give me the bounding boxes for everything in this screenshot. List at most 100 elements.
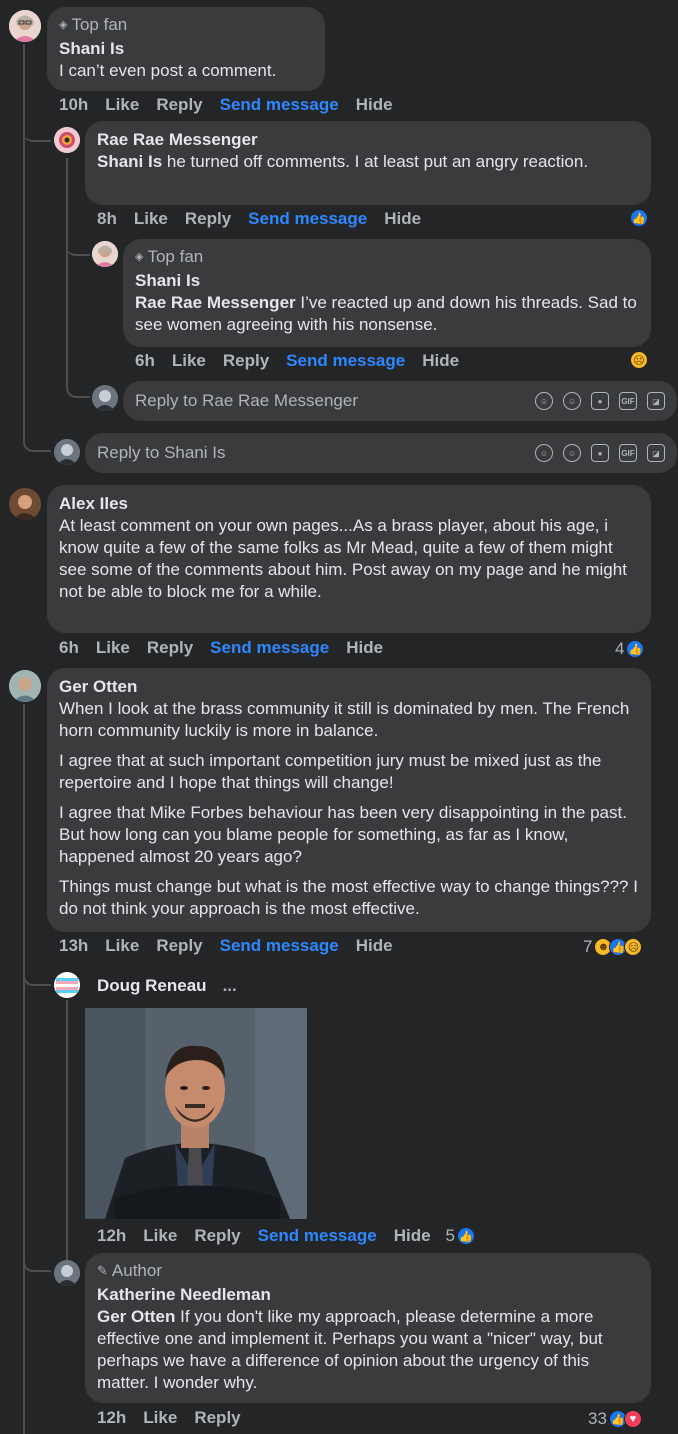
comment-gif-image[interactable] [85, 1008, 307, 1219]
avatar-ger[interactable] [9, 670, 41, 702]
avatar-shani[interactable] [9, 10, 41, 42]
gif-icon[interactable]: GIF [619, 392, 637, 410]
hide-button[interactable]: Hide [356, 95, 393, 115]
sticker-icon[interactable]: ◪ [647, 444, 665, 462]
reply-button[interactable]: Reply [194, 1226, 240, 1246]
more-options-icon[interactable]: ... [223, 975, 237, 997]
comment-author[interactable]: Alex Iles [59, 493, 639, 515]
like-button[interactable]: Like [172, 351, 206, 371]
comment-author[interactable]: Ger Otten [59, 676, 639, 698]
avatar-alex[interactable] [9, 488, 41, 520]
send-message-button[interactable]: Send message [258, 1226, 377, 1246]
reply-input-shani[interactable]: Reply to Shani Is ☺ ☺ ● GIF ◪ [85, 433, 677, 473]
timestamp[interactable]: 12h [97, 1226, 126, 1246]
hide-button[interactable]: Hide [384, 209, 421, 229]
timestamp[interactable]: 12h [97, 1408, 126, 1428]
reaction-count: 33 [588, 1409, 607, 1428]
timestamp[interactable]: 13h [59, 936, 88, 956]
composer-icons: ☺ ☺ ● GIF ◪ [535, 392, 665, 410]
comment-paragraph: I agree that at such important competiti… [59, 751, 602, 792]
avatar-sticker-icon[interactable]: ☺ [535, 444, 553, 462]
reply-button[interactable]: Reply [194, 1408, 240, 1428]
comment-actions-doug: 12h Like Reply Send message Hide 5 👍 [97, 1226, 475, 1246]
comment-author[interactable]: Shani Is [135, 270, 639, 292]
comment-bubble-shani-reply: ◈ Top fan Shani Is Rae Rae Messenger I’v… [123, 239, 651, 347]
comment-paragraph: When I look at the brass community it st… [59, 699, 630, 740]
timestamp[interactable]: 10h [59, 95, 88, 115]
send-message-button[interactable]: Send message [220, 95, 339, 115]
comment-bubble-alex: Alex Iles At least comment on your own p… [47, 485, 651, 633]
thread-curve-katherine [23, 1252, 51, 1272]
reaction-summary-katherine[interactable]: 33 👍 ♥ [588, 1409, 642, 1429]
timestamp[interactable]: 6h [59, 638, 79, 658]
reply-button[interactable]: Reply [156, 936, 202, 956]
composer-icons: ☺ ☺ ● GIF ◪ [535, 444, 665, 462]
hide-button[interactable]: Hide [394, 1226, 431, 1246]
like-reaction-icon: 👍 [626, 640, 645, 658]
send-message-button[interactable]: Send message [286, 351, 405, 371]
comment-text: I can’t even post a comment. [59, 61, 277, 80]
emoji-icon[interactable]: ☺ [563, 392, 581, 410]
thread-line-rae [66, 158, 68, 384]
reaction-summary-ger[interactable]: 7 ☻ 👍 ☹ [583, 937, 643, 957]
mention-link[interactable]: Ger Otten [97, 1307, 175, 1326]
send-message-button[interactable]: Send message [248, 209, 367, 229]
reaction-summary-alex[interactable]: 4 👍 [615, 639, 645, 659]
comment-text: Rae Rae Messenger I’ve reacted up and do… [135, 293, 637, 334]
diamond-icon: ◈ [59, 19, 68, 31]
like-button[interactable]: Like [105, 95, 139, 115]
hide-button[interactable]: Hide [346, 638, 383, 658]
avatar-shani-reply[interactable] [92, 241, 118, 267]
sad-reaction-icon: ☹ [630, 351, 648, 369]
avatar-katherine[interactable] [54, 1260, 80, 1286]
reply-button[interactable]: Reply [147, 638, 193, 658]
hide-button[interactable]: Hide [422, 351, 459, 371]
reaction-summary-doug[interactable]: 5 👍 [446, 1226, 475, 1246]
like-button[interactable]: Like [134, 209, 168, 229]
avatar-sticker-icon[interactable]: ☺ [535, 392, 553, 410]
comment-author[interactable]: Rae Rae Messenger [97, 129, 639, 151]
thread-curve-shani2 [66, 240, 90, 256]
camera-icon[interactable]: ● [591, 444, 609, 462]
comment-bubble-shani: ◈ Top fan Shani Is I can’t even post a c… [47, 7, 325, 91]
reaction-count: 4 [615, 639, 625, 658]
gif-icon[interactable]: GIF [619, 444, 637, 462]
send-message-button[interactable]: Send message [220, 936, 339, 956]
avatar-doug[interactable] [54, 972, 80, 998]
mention-link[interactable]: Rae Rae Messenger [135, 293, 296, 312]
timestamp[interactable]: 8h [97, 209, 117, 229]
like-button[interactable]: Like [143, 1226, 177, 1246]
emoji-icon[interactable]: ☺ [563, 444, 581, 462]
reply-button[interactable]: Reply [185, 209, 231, 229]
thread-line-shani [23, 44, 25, 444]
thread-line-doug [66, 1000, 68, 1274]
like-button[interactable]: Like [105, 936, 139, 956]
mention-link[interactable]: Shani Is [97, 152, 162, 171]
top-fan-badge: ◈ Top fan [59, 15, 128, 34]
camera-icon[interactable]: ● [591, 392, 609, 410]
like-button[interactable]: Like [96, 638, 130, 658]
reaction-count: 5 [445, 1226, 455, 1245]
send-message-button[interactable]: Send message [210, 638, 329, 658]
hide-button[interactable]: Hide [356, 936, 393, 956]
like-button[interactable]: Like [143, 1408, 177, 1428]
comment-author[interactable]: Doug Reneau [97, 975, 207, 997]
reply-button[interactable]: Reply [156, 95, 202, 115]
comment-author[interactable]: Shani Is [59, 38, 313, 60]
reply-input-rae[interactable]: Reply to Rae Rae Messenger ☺ ☺ ● GIF ◪ [123, 381, 677, 421]
comment-actions-rae: 8h Like Reply Send message Hide [97, 209, 421, 229]
pencil-icon: ✎ [97, 1263, 108, 1278]
sticker-icon[interactable]: ◪ [647, 392, 665, 410]
reaction-summary-shani-reply[interactable]: ☹ [630, 351, 648, 369]
reply-button[interactable]: Reply [223, 351, 269, 371]
like-reaction-icon: 👍 [457, 1227, 475, 1245]
avatar-rae[interactable] [54, 127, 80, 153]
timestamp[interactable]: 6h [135, 351, 155, 371]
like-reaction-icon: 👍 [630, 209, 648, 227]
comment-paragraph: I agree that Mike Forbes behaviour has b… [59, 803, 627, 866]
comment-author[interactable]: Katherine Needleman [97, 1284, 639, 1306]
comment-text: Shani Is he turned off comments. I at le… [97, 152, 589, 171]
thread-line-ger [23, 704, 25, 1434]
reaction-summary-rae[interactable]: 👍 [630, 209, 648, 227]
comment-actions-alex: 6h Like Reply Send message Hide [59, 638, 383, 658]
